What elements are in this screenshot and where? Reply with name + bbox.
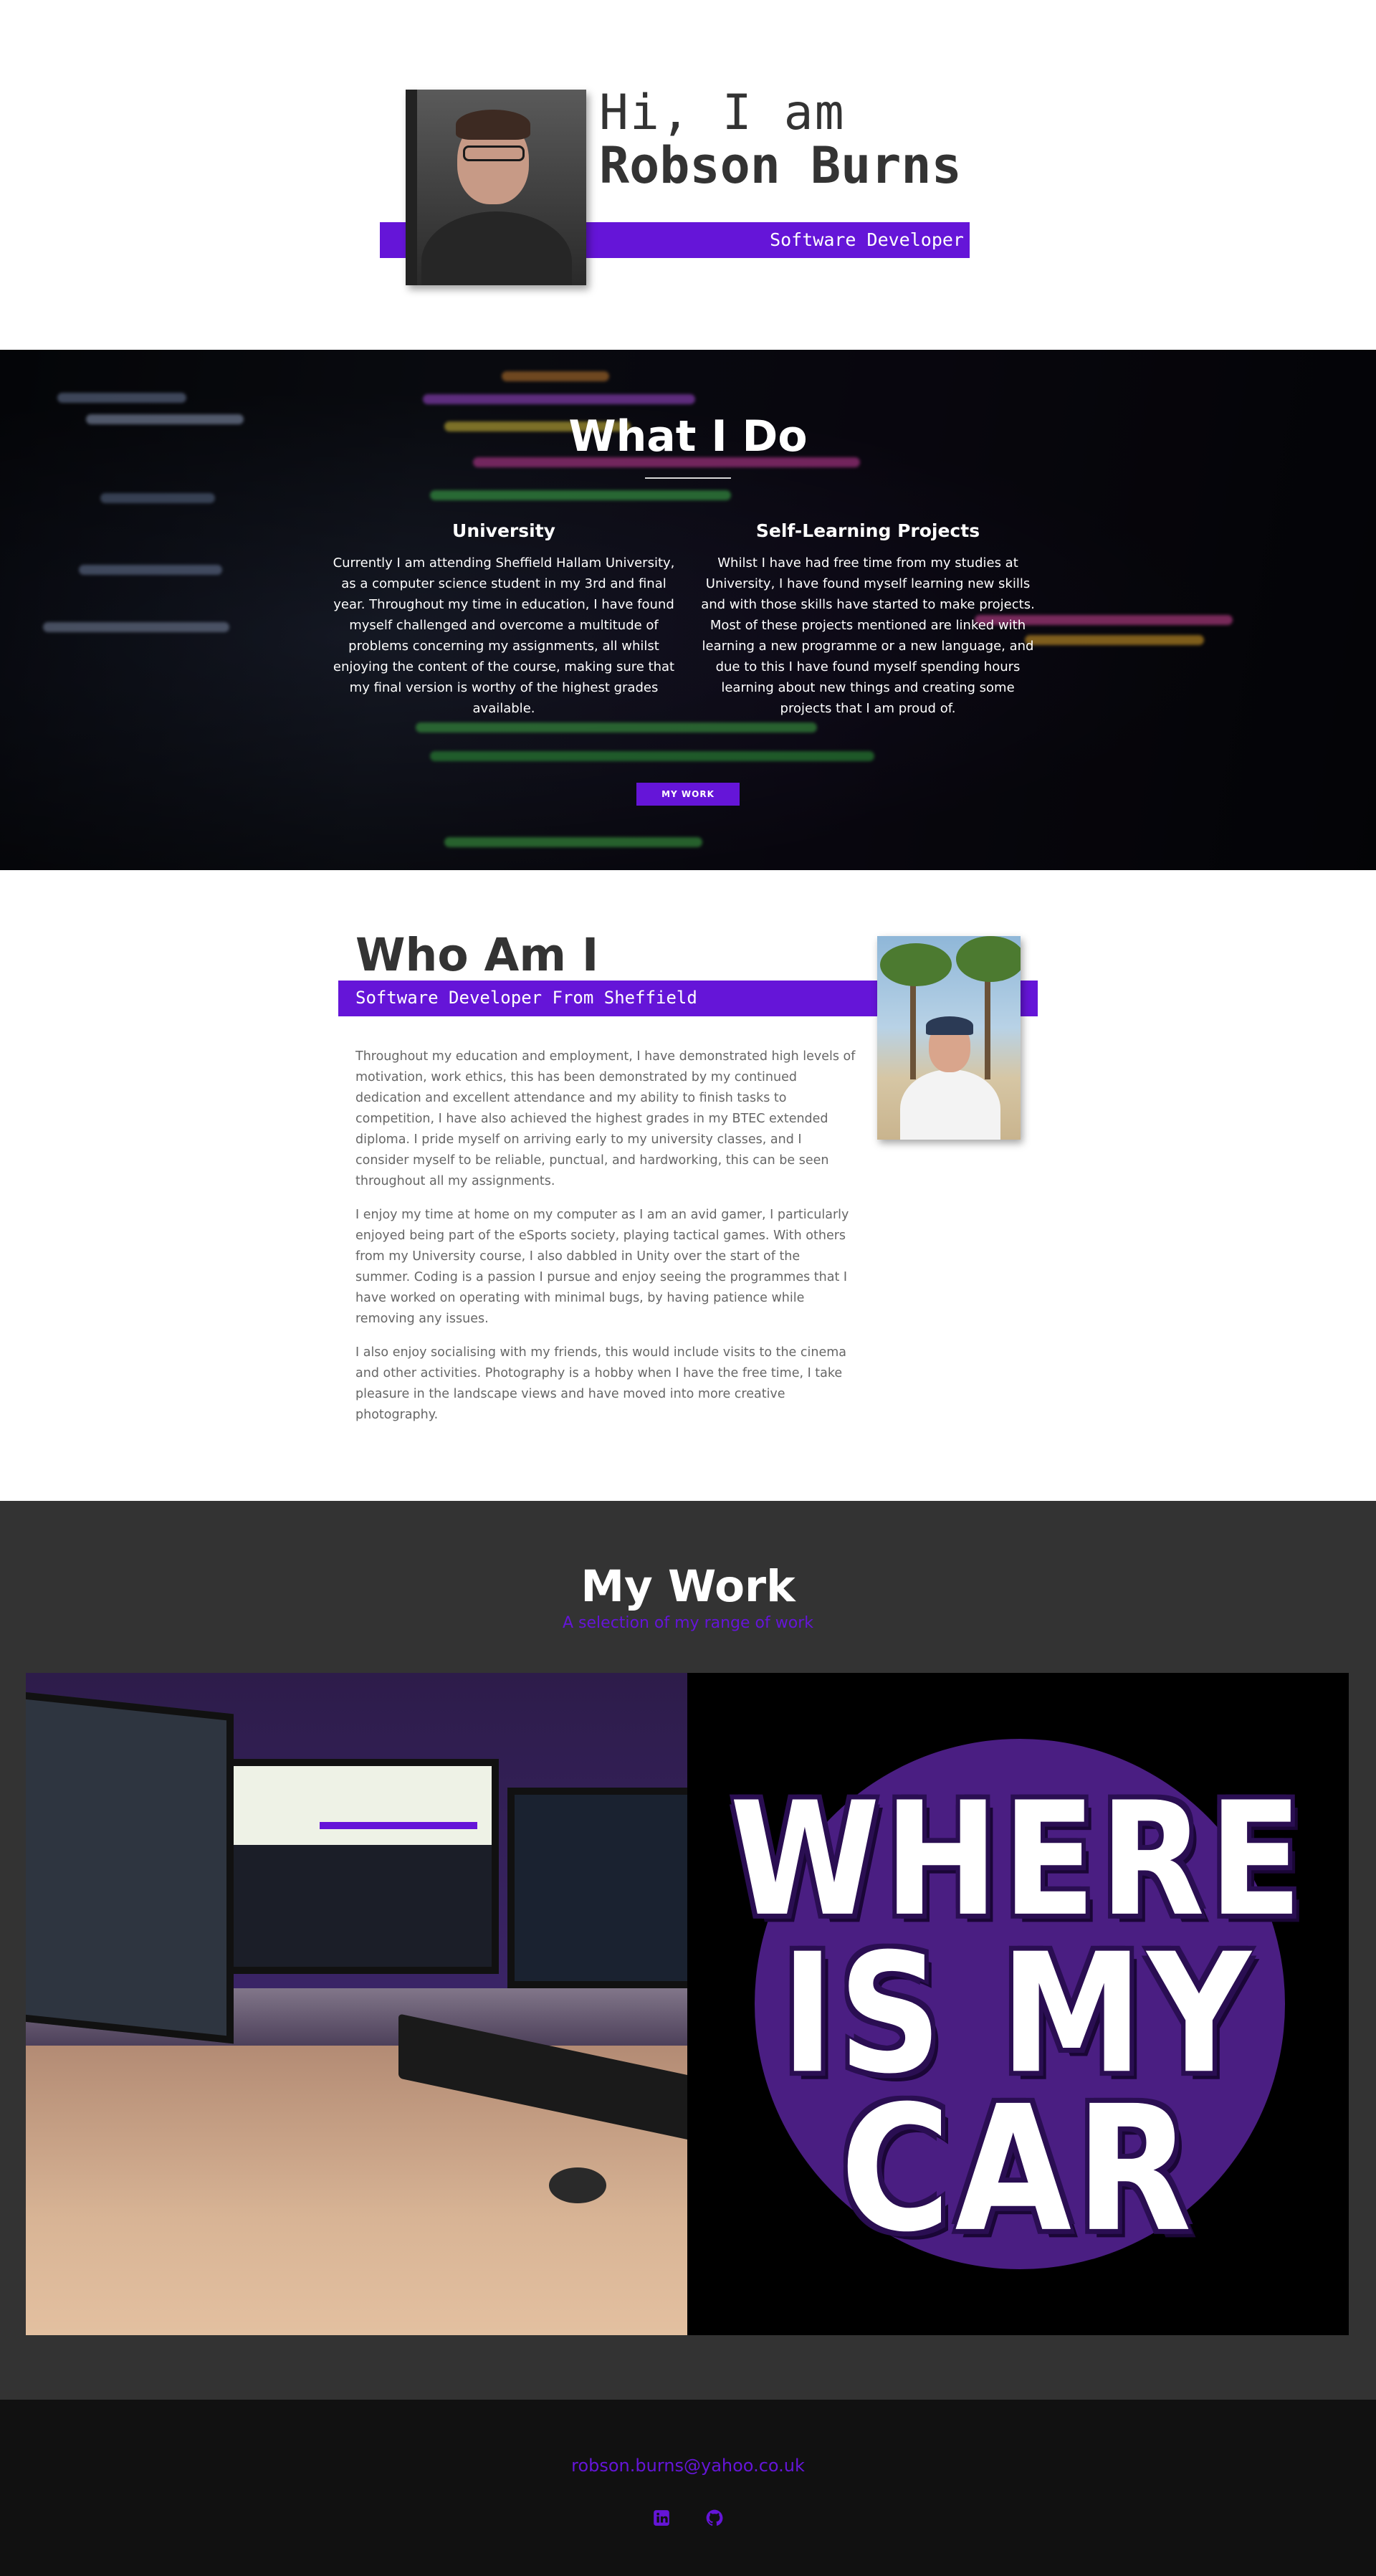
- section-title-what-i-do: What I Do: [568, 411, 808, 462]
- email-link[interactable]: robson.burns@yahoo.co.uk: [0, 2456, 1376, 2476]
- title-divider: [645, 477, 731, 479]
- footer: robson.burns@yahoo.co.uk: [0, 2400, 1376, 2576]
- who-am-i-section: Who Am I Software Developer From Sheffie…: [0, 870, 1376, 1501]
- column-text: Currently I am attending Sheffield Halla…: [333, 555, 675, 716]
- about-text: Throughout my education and employment, …: [355, 1046, 857, 1439]
- profile-photo: [406, 90, 586, 285]
- about-paragraph: I enjoy my time at home on my computer a…: [355, 1208, 849, 1326]
- column-heading: University: [452, 520, 555, 541]
- project-tile-desk-setup[interactable]: [26, 1673, 687, 2335]
- volume-knob-image: [549, 2167, 606, 2203]
- about-paragraph: I also enjoy socialising with my friends…: [355, 1345, 846, 1422]
- what-i-do-section: What I Do University Currently I am atte…: [0, 350, 1376, 870]
- monitor-image: [26, 1689, 234, 2044]
- university-column: University Currently I am attending Shef…: [330, 520, 678, 719]
- section-title-who-am-i: Who Am I: [355, 929, 599, 981]
- social-links: [0, 2509, 1376, 2527]
- hero-role: Software Developer: [770, 229, 964, 250]
- column-text: Whilst I have had free time from my stud…: [701, 555, 1035, 716]
- column-heading: Self-Learning Projects: [755, 520, 980, 541]
- about-paragraph: Throughout my education and employment, …: [355, 1049, 856, 1188]
- github-icon[interactable]: [705, 2509, 724, 2527]
- about-photo: [877, 936, 1021, 1140]
- hero-section: Software Developer Hi, I am Robson Burns: [0, 0, 1376, 350]
- project-tile-where-is-my-car[interactable]: WHERE IS MY CAR: [687, 1673, 1349, 2335]
- linkedin-icon[interactable]: [652, 2509, 671, 2527]
- hero-name: Robson Burns: [599, 136, 962, 195]
- section-subtitle-my-work: A selection of my range of work: [563, 1614, 813, 1632]
- monitor-image: [507, 1788, 687, 1988]
- monitor-image: [226, 1759, 499, 1974]
- section-title-my-work: My Work: [580, 1561, 796, 1612]
- hero-greeting: Hi, I am: [599, 85, 846, 141]
- who-subtitle: Software Developer From Sheffield: [355, 988, 697, 1008]
- my-work-button[interactable]: MY WORK: [636, 783, 740, 806]
- my-work-section: My Work A selection of my range of work …: [0, 1501, 1376, 2400]
- logo-text: CAR: [840, 2068, 1196, 2271]
- self-learning-column: Self-Learning Projects Whilst I have had…: [694, 520, 1042, 719]
